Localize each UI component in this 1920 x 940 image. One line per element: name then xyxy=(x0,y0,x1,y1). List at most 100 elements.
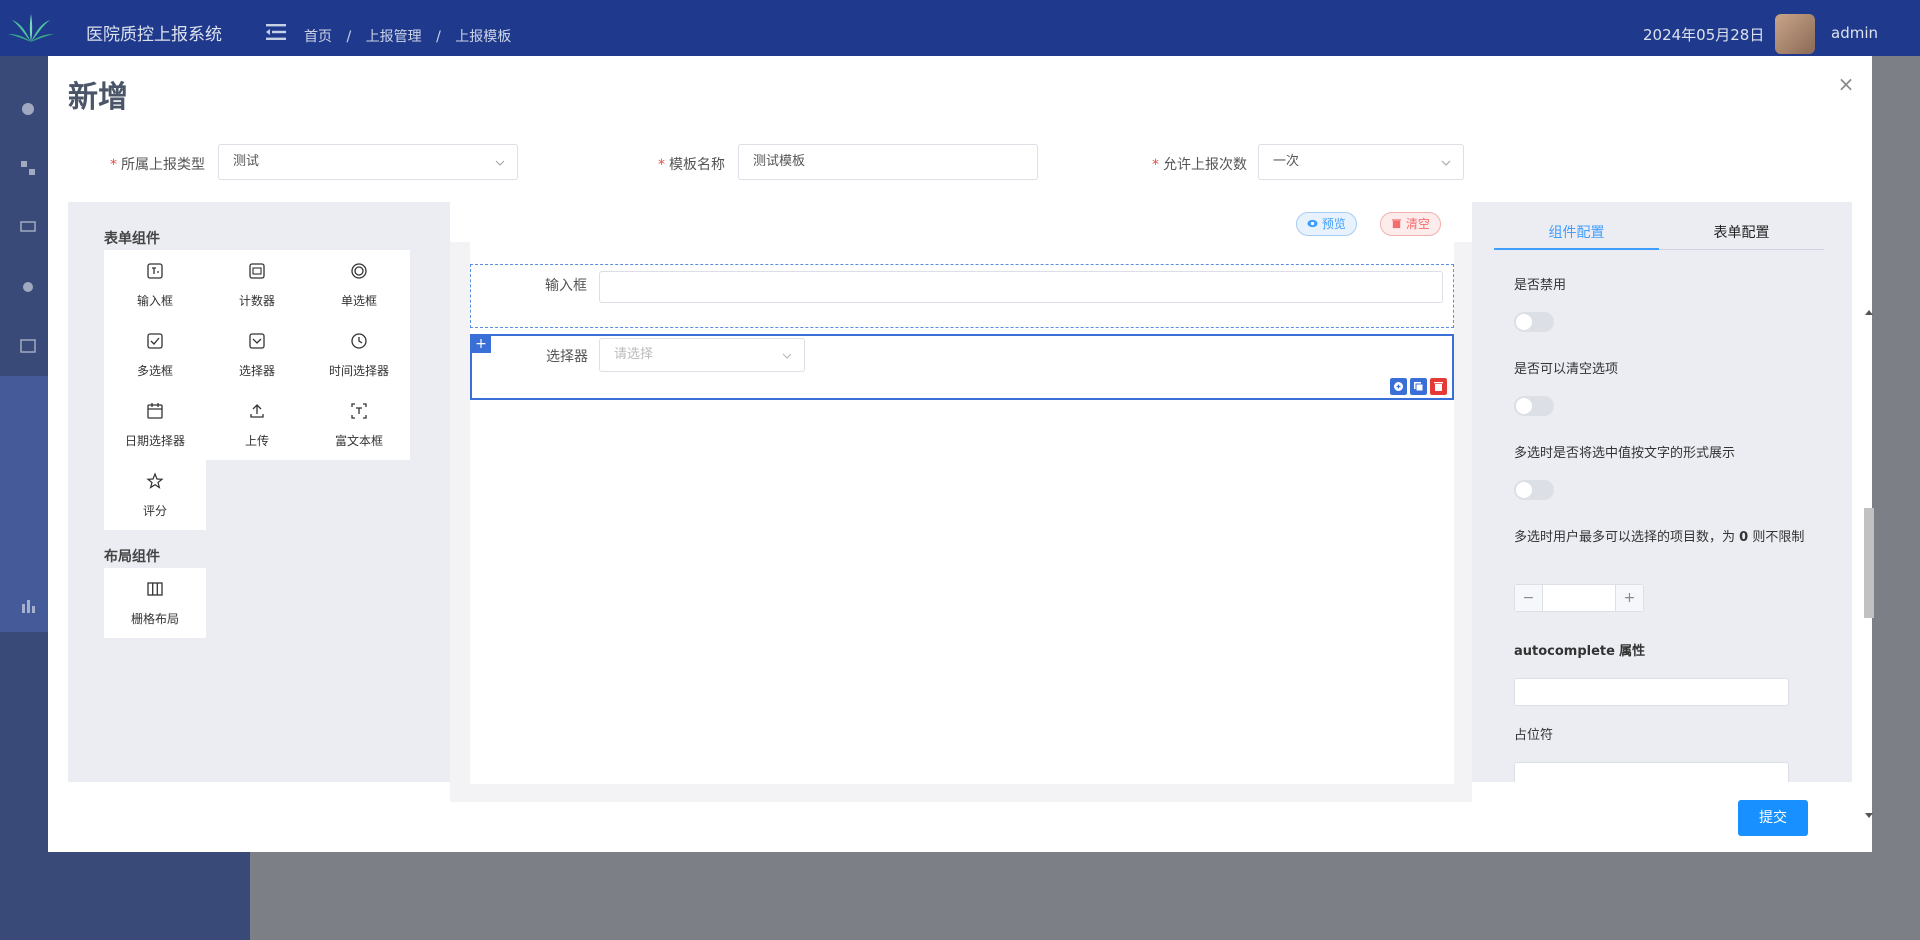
config-body: 是否禁用 是否可以清空选项 多选时是否将选中值按文字的形式展示 多选时用户最多可… xyxy=(1494,252,1824,782)
clock-icon xyxy=(351,333,367,349)
template-name-label: 模板名称 xyxy=(669,157,725,173)
palette-input[interactable]: 输入框 xyxy=(104,250,206,320)
clear-button[interactable]: 清空 xyxy=(1380,212,1441,236)
trash-icon xyxy=(1391,219,1402,229)
top-navbar: 医院质控上报系统 首页 / 上报管理 / 上报模板 2024年05月28日 ad… xyxy=(0,0,1920,56)
select-icon xyxy=(249,333,265,349)
palette-counter[interactable]: 计数器 xyxy=(206,250,308,320)
calendar-icon xyxy=(147,403,163,419)
scroll-down-icon[interactable] xyxy=(1864,812,1874,820)
close-icon[interactable]: × xyxy=(1836,74,1856,94)
canvas-field-input[interactable]: 输入框 xyxy=(470,264,1454,328)
report-type-select[interactable]: 测试 xyxy=(218,144,518,180)
canvas-field-label: 选择器 xyxy=(546,349,588,365)
upload-icon xyxy=(250,404,264,418)
clearable-label: 是否可以清空选项 xyxy=(1514,362,1619,377)
dialog-title: 新增 xyxy=(68,80,128,115)
disabled-label: 是否禁用 xyxy=(1514,278,1567,293)
rich-text-icon xyxy=(351,403,367,419)
palette-radio[interactable]: 单选框 xyxy=(308,250,410,320)
tab-form-config[interactable]: 表单配置 xyxy=(1659,222,1824,242)
stepper-minus-button[interactable]: − xyxy=(1515,585,1543,611)
palette-rich-text[interactable]: 富文本框 xyxy=(308,390,410,460)
palette-select[interactable]: 选择器 xyxy=(206,320,308,390)
breadcrumb: 首页 / 上报管理 / 上报模板 xyxy=(304,26,521,46)
placeholder-input[interactable] xyxy=(1514,762,1789,782)
table-icon[interactable] xyxy=(20,338,36,354)
palette-date-picker[interactable]: 日期选择器 xyxy=(104,390,206,460)
component-palette: 表单组件 输入框 计数器 单选框 多选框 选择器 时间选择器 日期选择器 上传 … xyxy=(68,202,450,782)
config-scrollbar[interactable] xyxy=(1862,308,1874,828)
delete-field-icon[interactable] xyxy=(1430,378,1447,395)
bar-chart-icon[interactable] xyxy=(20,598,36,614)
collapse-tags-switch[interactable] xyxy=(1514,480,1554,500)
canvas-toolbar: 预览 清空 xyxy=(450,202,1472,242)
grid-icon[interactable] xyxy=(20,160,36,176)
drag-handle-icon[interactable]: + xyxy=(471,335,491,353)
scroll-up-icon[interactable] xyxy=(1864,308,1874,316)
monitor-icon[interactable] xyxy=(20,220,36,236)
hospital-logo-icon xyxy=(8,14,54,42)
eye-icon xyxy=(1307,219,1318,228)
dashboard-icon[interactable] xyxy=(20,100,36,116)
report-type-field: * 所属上报类型 测试 xyxy=(48,144,528,180)
breadcrumb-home[interactable]: 首页 xyxy=(304,29,332,45)
multiple-limit-stepper[interactable]: − + xyxy=(1514,584,1644,612)
report-type-label: 所属上报类型 xyxy=(121,157,205,173)
palette-rate[interactable]: 评分 xyxy=(104,460,206,530)
template-name-field: * 模板名称 测试模板 xyxy=(608,144,1088,180)
breadcrumb-separator: / xyxy=(436,29,441,45)
clearable-switch[interactable] xyxy=(1514,396,1554,416)
text-input-icon xyxy=(147,263,163,279)
config-tabs: 组件配置 表单配置 xyxy=(1494,210,1824,250)
multiple-limit-label: 多选时用户最多可以选择的项目数，为 0 则不限制 xyxy=(1514,530,1805,545)
preview-button[interactable]: 预览 xyxy=(1296,212,1357,236)
breadcrumb-report-template: 上报模板 xyxy=(455,29,512,45)
canvas-field-select-selected[interactable]: + 选择器 请选择 xyxy=(470,334,1454,400)
palette-upload[interactable]: 上传 xyxy=(206,390,308,460)
form-components-title: 表单组件 xyxy=(104,231,160,247)
add-field-icon[interactable] xyxy=(1390,378,1407,395)
form-designer: 表单组件 输入框 计数器 单选框 多选框 选择器 时间选择器 日期选择器 上传 … xyxy=(68,202,1852,802)
copy-field-icon[interactable] xyxy=(1410,378,1427,395)
create-template-dialog: 新增 × * 所属上报类型 测试 * 模板名称 测试模板 * 允许上报次数 一次 表单… xyxy=(48,56,1874,852)
template-name-input[interactable]: 测试模板 xyxy=(738,144,1038,180)
palette-grid-layout[interactable]: 栅格布局 xyxy=(104,568,206,638)
allowed-times-select[interactable]: 一次 xyxy=(1258,144,1464,180)
menu-fold-icon[interactable] xyxy=(266,24,286,40)
autocomplete-input[interactable] xyxy=(1514,678,1789,706)
collapse-tags-label: 多选时是否将选中值按文字的形式展示 xyxy=(1514,446,1736,461)
allowed-times-field: * 允许上报次数 一次 xyxy=(1108,144,1528,180)
system-title: 医院质控上报系统 xyxy=(86,25,222,45)
chevron-down-icon xyxy=(1441,160,1451,166)
canvas-select[interactable]: 请选择 xyxy=(599,338,805,372)
bug-icon[interactable] xyxy=(20,278,36,294)
star-icon xyxy=(146,472,164,489)
placeholder-label: 占位符 xyxy=(1514,728,1554,743)
design-canvas-area: 预览 清空 输入框 + 选择器 请选择 xyxy=(450,202,1472,802)
chevron-down-icon xyxy=(782,353,792,359)
allowed-times-label: 允许上报次数 xyxy=(1163,157,1247,173)
submit-button[interactable]: 提交 xyxy=(1738,800,1808,836)
avatar[interactable] xyxy=(1775,14,1815,54)
tab-component-config[interactable]: 组件配置 xyxy=(1494,222,1659,242)
canvas-field-label: 输入框 xyxy=(545,278,587,294)
palette-checkbox[interactable]: 多选框 xyxy=(104,320,206,390)
checkbox-icon xyxy=(147,333,163,349)
breadcrumb-report-management[interactable]: 上报管理 xyxy=(366,29,422,45)
counter-icon xyxy=(249,263,265,279)
disabled-switch[interactable] xyxy=(1514,312,1554,332)
breadcrumb-separator: / xyxy=(346,29,352,45)
autocomplete-label: autocomplete 属性 xyxy=(1514,644,1646,659)
user-name[interactable]: admin xyxy=(1831,24,1878,42)
layout-components-title: 布局组件 xyxy=(104,549,160,565)
active-tab-indicator xyxy=(1494,248,1659,250)
current-date: 2024年05月28日 xyxy=(1643,26,1765,44)
stepper-plus-button[interactable]: + xyxy=(1615,585,1643,611)
columns-icon xyxy=(147,582,163,596)
radio-icon xyxy=(351,263,367,279)
canvas-text-input[interactable] xyxy=(599,271,1443,303)
palette-time-picker[interactable]: 时间选择器 xyxy=(308,320,410,390)
scrollbar-thumb[interactable] xyxy=(1864,508,1874,618)
form-canvas: 输入框 + 选择器 请选择 xyxy=(470,242,1454,784)
